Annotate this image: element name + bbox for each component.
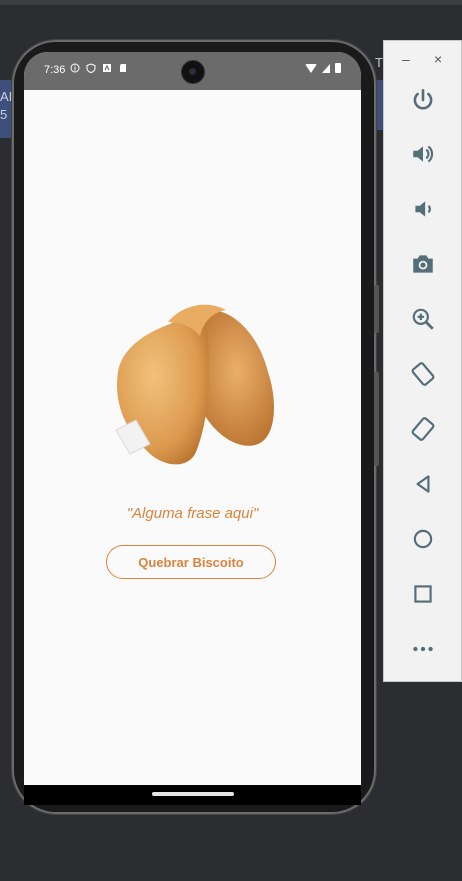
shield-icon	[86, 63, 96, 74]
camera-icon[interactable]	[404, 245, 442, 283]
device-volume-keys	[374, 372, 379, 466]
rotate-right-icon[interactable]	[404, 410, 442, 448]
home-indicator[interactable]	[152, 792, 234, 796]
signal-icon	[322, 63, 330, 73]
toolbar-window-controls: – ×	[384, 51, 462, 69]
back-icon[interactable]	[404, 465, 442, 503]
status-bar: 7:36	[24, 52, 361, 90]
power-icon[interactable]	[404, 81, 442, 119]
wifi-icon	[305, 63, 317, 73]
home-icon[interactable]	[404, 520, 442, 558]
volume-up-icon[interactable]	[404, 135, 442, 173]
device-screen: 7:36 "Alguma frase aqui" Quebrar Biscoit…	[24, 52, 361, 785]
emulator-toolbar: – ×	[383, 40, 462, 682]
battery-icon	[335, 63, 341, 73]
status-system-icons	[305, 63, 341, 73]
ide-top-strip	[0, 0, 462, 5]
status-time: 7:36	[44, 64, 66, 76]
status-notification-icons	[70, 63, 128, 74]
volume-down-icon[interactable]	[404, 190, 442, 228]
info-icon	[70, 63, 80, 73]
rotate-left-icon[interactable]	[404, 355, 442, 393]
fortune-cookie-image	[115, 304, 274, 465]
close-button[interactable]: ×	[434, 51, 442, 67]
more-icon[interactable]	[404, 630, 442, 668]
sd-card-icon	[118, 63, 128, 73]
break-cookie-button[interactable]: Quebrar Biscoito	[106, 545, 276, 579]
overview-icon[interactable]	[404, 575, 442, 613]
device-power-key	[374, 285, 379, 333]
app-notification-icon	[102, 63, 112, 73]
minimize-button[interactable]: –	[402, 51, 410, 67]
fortune-phrase: "Alguma frase aqui"	[126, 505, 259, 522]
front-camera	[181, 60, 205, 84]
zoom-icon[interactable]	[404, 300, 442, 338]
ide-text-3: T	[375, 55, 383, 70]
